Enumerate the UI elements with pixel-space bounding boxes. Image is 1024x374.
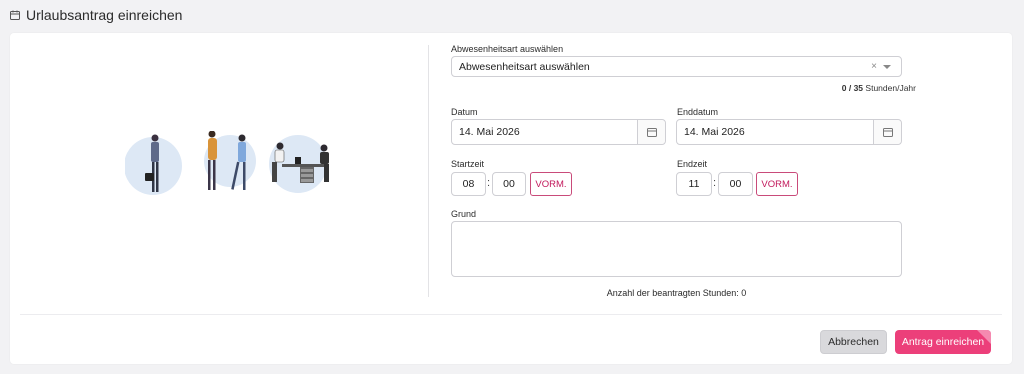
vertical-divider [428,45,429,297]
time-separator: : [487,177,491,189]
corner-fold [977,330,991,344]
cancel-button-label: Abbrechen [828,336,879,348]
start-minute-value: 00 [503,178,515,190]
absence-type-label: Abwesenheitsart auswählen [451,44,564,54]
end-date-input[interactable]: 14. Mai 2026 [676,119,902,145]
end-hour-input[interactable]: 11 [676,172,712,196]
end-date-value: 14. Mai 2026 [684,126,745,138]
page-header: Urlaubsantrag einreichen [10,5,182,25]
start-date-label: Datum [451,107,478,117]
hours-quota-used: 0 / 35 [841,83,864,93]
page-title: Urlaubsantrag einreichen [26,7,183,23]
end-time-label: Endzeit [677,159,708,169]
end-period-toggle[interactable]: VORM. [756,172,798,196]
absence-type-value: Abwesenheitsart auswählen [459,60,590,73]
end-minute-input[interactable]: 00 [718,172,753,196]
end-date-calendar-button[interactable] [873,120,901,144]
end-minute-value: 00 [729,178,742,190]
start-time-label: Startzeit [451,159,485,169]
calendar-icon [10,10,20,20]
start-hour-value: 08 [462,178,475,190]
start-date-value: 14. Mai 2026 [459,126,520,138]
hours-quota-unit: Stunden/Jahr [865,83,916,93]
chevron-down-icon[interactable] [883,65,891,69]
cancel-button[interactable]: Abbrechen [820,330,887,354]
requested-hours-text: Anzahl der beantragten Stunden: 0 [606,288,747,298]
team-illustration [125,131,329,195]
start-hour-input[interactable]: 08 [451,172,486,196]
reason-label: Grund [451,209,477,219]
submit-request-button[interactable]: Antrag einreichen [895,330,991,354]
hours-quota: 0 / 35 Stunden/Jahr [842,83,916,93]
calendar-icon [882,128,893,137]
footer-divider [20,314,1002,315]
time-separator: : [713,177,717,189]
start-date-input[interactable]: 14. Mai 2026 [451,119,666,145]
end-hour-value: 11 [688,178,700,190]
reason-textarea[interactable] [451,221,902,277]
calendar-icon [646,128,657,137]
leave-request-card: Abwesenheitsart auswählen Abwesenheitsar… [10,33,1012,364]
start-date-calendar-button[interactable] [637,120,665,144]
submit-button-label: Antrag einreichen [901,336,985,348]
clear-icon[interactable]: × [871,61,877,72]
absence-type-select[interactable]: Abwesenheitsart auswählen × [451,56,902,77]
start-period-toggle[interactable]: VORM. [530,172,572,196]
start-minute-input[interactable]: 00 [492,172,526,196]
end-date-label: Enddatum [677,107,719,117]
